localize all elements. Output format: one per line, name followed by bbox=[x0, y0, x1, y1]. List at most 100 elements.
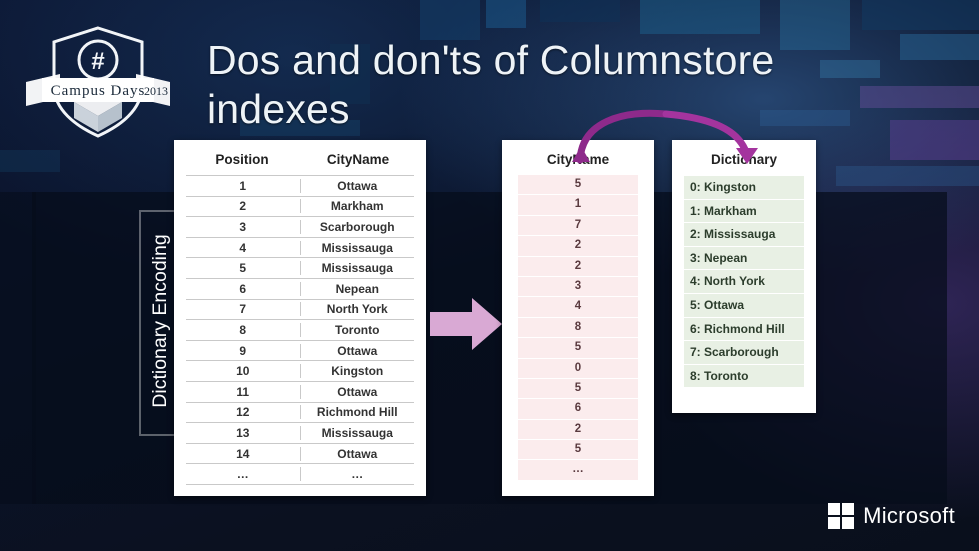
slide-canvas: # Campus Days 2013 Dos and don'ts of Col… bbox=[0, 0, 979, 551]
table-row: 8 Toronto bbox=[186, 320, 414, 341]
cell-position: 7 bbox=[186, 302, 301, 317]
cell-position: 12 bbox=[186, 405, 301, 420]
dictionary-entry: 6: Richmond Hill bbox=[684, 317, 804, 342]
encoded-value-cell: 8 bbox=[518, 317, 638, 339]
table-row: 7 North York bbox=[186, 300, 414, 321]
cell-position: 3 bbox=[186, 219, 301, 234]
cell-cityname: Nepean bbox=[335, 281, 379, 296]
encoded-value-cell: … bbox=[518, 460, 638, 481]
cell-position: 1 bbox=[186, 178, 301, 193]
table-row: 11 Ottawa bbox=[186, 382, 414, 403]
microsoft-grid-icon bbox=[828, 503, 855, 529]
dictionary-entry: 0: Kingston bbox=[684, 176, 804, 200]
pixel-block bbox=[420, 0, 480, 40]
svg-text:2013: 2013 bbox=[144, 84, 168, 98]
cell-position: 6 bbox=[186, 281, 301, 296]
pixel-block bbox=[486, 0, 526, 28]
encoded-value-cell: 5 bbox=[518, 440, 638, 461]
cell-position: 5 bbox=[186, 261, 301, 276]
table-row: 4 Mississauga bbox=[186, 238, 414, 259]
cell-position: 9 bbox=[186, 343, 301, 358]
cell-cityname: Kingston bbox=[331, 364, 384, 379]
table-row: 1 Ottawa bbox=[186, 175, 414, 197]
dictionary-table: Dictionary 0: Kingston1: Markham2: Missi… bbox=[672, 140, 816, 413]
dictionary-entry: 5: Ottawa bbox=[684, 293, 804, 318]
table-row: 6 Nepean bbox=[186, 279, 414, 300]
dictionary-entry: 1: Markham bbox=[684, 199, 804, 224]
pixel-block bbox=[540, 0, 620, 22]
pixel-block bbox=[0, 150, 60, 172]
cell-position: 13 bbox=[186, 425, 301, 440]
dictionary-entry: 4: North York bbox=[684, 270, 804, 294]
cell-cityname: Ottawa bbox=[337, 343, 378, 358]
encoded-cityname-table: CityName 51722348505625… bbox=[502, 140, 654, 496]
campus-days-logo: # Campus Days 2013 bbox=[16, 22, 180, 144]
cell-cityname: Richmond Hill bbox=[316, 405, 398, 420]
table-row: 5 Mississauga bbox=[186, 258, 414, 279]
column-header-cityname: CityName bbox=[326, 152, 390, 167]
cell-cityname: Mississauga bbox=[321, 261, 393, 276]
pixel-block bbox=[640, 0, 760, 34]
microsoft-logo: Microsoft bbox=[828, 499, 955, 533]
table-row: 13 Mississauga bbox=[186, 423, 414, 444]
cell-cityname: Toronto bbox=[335, 322, 380, 337]
table-row: 10 Kingston bbox=[186, 361, 414, 382]
position-city-table: Position CityName 1 Ottawa 2 Markham 3 Scarbo… bbox=[174, 140, 426, 496]
content-panel-left bbox=[0, 192, 36, 504]
table-row: 9 Ottawa bbox=[186, 341, 414, 362]
encoded-value-cell: 5 bbox=[518, 338, 638, 359]
encoded-cityname-table-body: 5 1 7 2 2 3 4 8 5 0 5 6 2 5… bbox=[502, 175, 654, 491]
pixel-block bbox=[836, 166, 979, 186]
encoded-value-cell: 6 bbox=[518, 399, 638, 420]
cell-cityname: North York bbox=[326, 302, 388, 317]
dictionary-encoding-label: Dictionary Encoding bbox=[148, 234, 171, 408]
dictionary-entry: 2: Mississauga bbox=[684, 223, 804, 247]
encoded-value-cell: 4 bbox=[518, 297, 638, 318]
dictionary-entry: 8: Toronto bbox=[684, 364, 804, 389]
page-title: Dos and don'ts of Columnstore indexes bbox=[207, 37, 775, 132]
encoded-value-cell: 3 bbox=[518, 276, 638, 298]
encoded-value-cell: 5 bbox=[518, 175, 638, 196]
cell-position: 8 bbox=[186, 322, 301, 337]
cell-cityname: Markham bbox=[330, 199, 384, 214]
position-city-table-header: Position CityName bbox=[174, 140, 426, 175]
encoded-value-cell: 0 bbox=[518, 358, 638, 379]
pixel-block bbox=[900, 34, 979, 60]
encoded-value-cell: 1 bbox=[518, 195, 638, 216]
cell-position: 11 bbox=[186, 384, 301, 399]
cell-cityname: Ottawa bbox=[337, 178, 378, 193]
position-city-table-body: 1 Ottawa 2 Markham 3 Scarborough 4 Mississauga 5… bbox=[174, 175, 426, 495]
cell-position: 14 bbox=[186, 446, 301, 461]
column-header-position: Position bbox=[215, 152, 269, 167]
cell-cityname: Ottawa bbox=[337, 446, 378, 461]
dictionary-entry: 3: Nepean bbox=[684, 246, 804, 271]
dictionary-table-body: 0: Kingston 1: Markham 2: Mississauga 3: Ne… bbox=[672, 176, 816, 400]
cell-cityname: … bbox=[351, 467, 364, 482]
encoded-value-cell: 2 bbox=[518, 256, 638, 277]
table-row: …… bbox=[186, 464, 414, 485]
cell-cityname: Scarborough bbox=[319, 219, 395, 234]
curved-arrow-group bbox=[560, 104, 780, 164]
table-row: 14 Ottawa bbox=[186, 444, 414, 465]
cell-position: 2 bbox=[186, 199, 301, 214]
svg-text:Campus Days: Campus Days bbox=[51, 83, 146, 99]
cell-position: … bbox=[186, 467, 301, 482]
dictionary-entry: 7: Scarborough bbox=[684, 341, 804, 365]
microsoft-wordmark: Microsoft bbox=[863, 503, 955, 528]
cell-position: 10 bbox=[186, 364, 301, 379]
encoded-value-cell: 2 bbox=[518, 236, 638, 257]
svg-text:#: # bbox=[91, 48, 104, 75]
dictionary-encoding-label-box: Dictionary Encoding bbox=[143, 208, 177, 434]
cell-cityname: Ottawa bbox=[337, 384, 378, 399]
encoded-value-cell: 7 bbox=[518, 215, 638, 237]
right-arrow-icon bbox=[430, 296, 502, 352]
cell-cityname: Mississauga bbox=[321, 425, 393, 440]
pixel-block bbox=[862, 0, 979, 30]
table-row: 2 Markham bbox=[186, 197, 414, 218]
encoded-value-cell: 5 bbox=[518, 378, 638, 400]
table-row: 3 Scarborough bbox=[186, 217, 414, 238]
encoded-value-cell: 2 bbox=[518, 419, 638, 441]
table-row: 12 Richmond Hill bbox=[186, 403, 414, 424]
cell-position: 4 bbox=[186, 240, 301, 255]
cell-cityname: Mississauga bbox=[321, 240, 393, 255]
